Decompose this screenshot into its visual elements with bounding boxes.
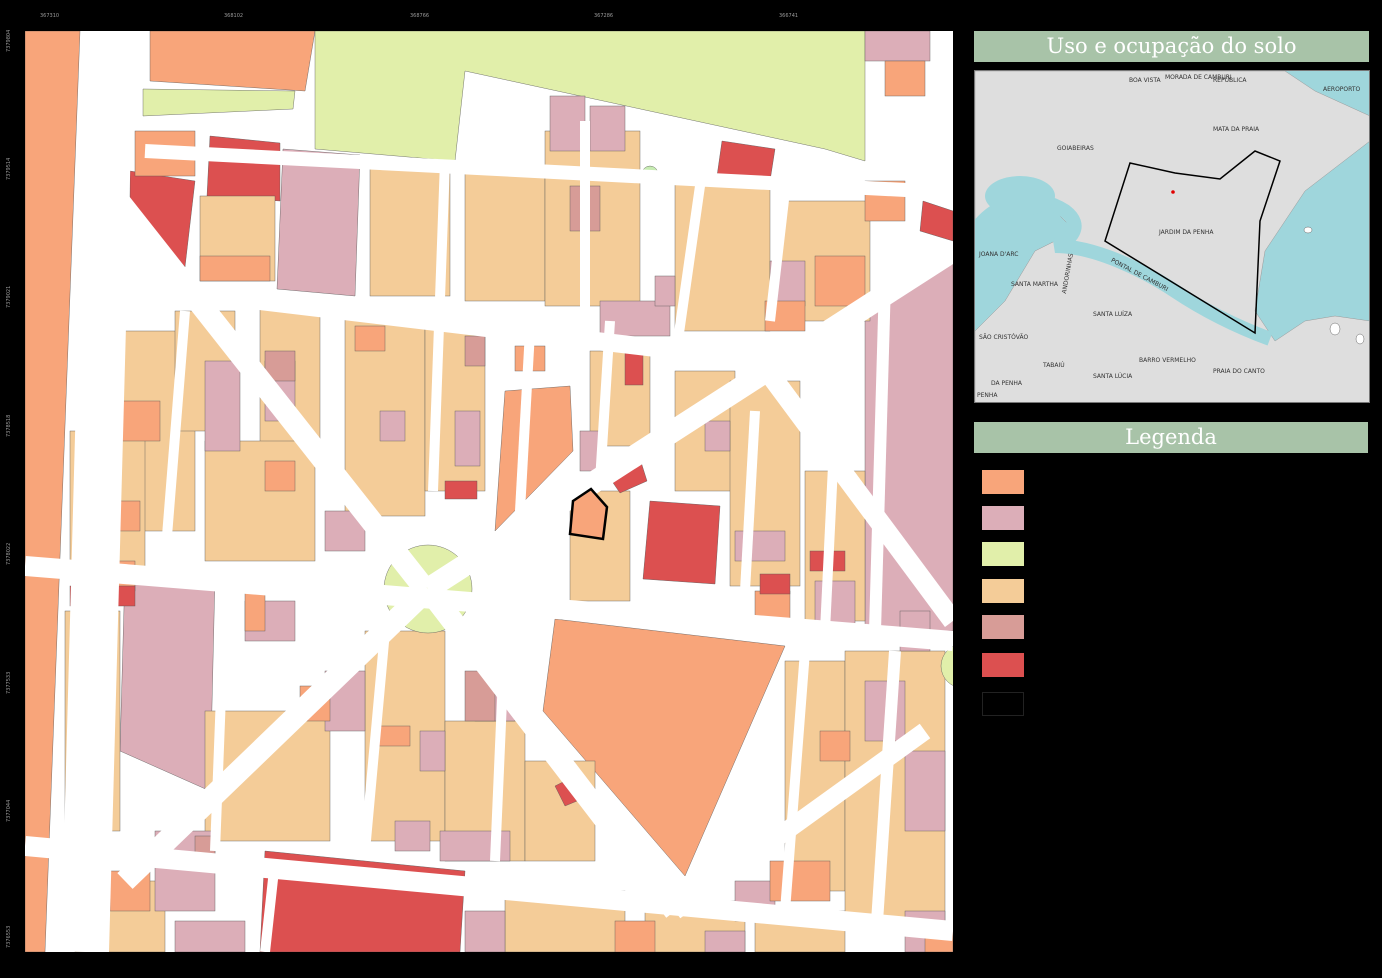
tick-label: 7376553 — [6, 925, 12, 948]
legend-swatch-study-lot — [982, 692, 1024, 716]
legend-swatch-residential — [982, 579, 1024, 603]
tick-label: 366741 — [779, 13, 799, 19]
map-title: Uso e ocupação do solo — [974, 31, 1369, 62]
locator-label: REPÚBLICA — [1213, 77, 1247, 84]
locator-label: BOA VISTA — [1129, 77, 1161, 84]
locator-label: TABAIÚ — [1043, 362, 1065, 369]
locator-label: JARDIM DA PENHA — [1159, 229, 1214, 236]
legend-swatch-mixed — [982, 506, 1024, 530]
locator-bay — [985, 176, 1055, 216]
legend-swatch-commercial — [982, 470, 1024, 494]
legend-swatch-green — [982, 542, 1024, 566]
tick-label: 368766 — [410, 13, 430, 19]
parcel-mixed-north-block[interactable] — [276, 148, 361, 297]
locator-island-3 — [1355, 333, 1365, 345]
tick-label: 7379021 — [6, 285, 12, 308]
locator-label: AEROPORTO — [1323, 86, 1361, 93]
locator-label: GOIABEIRAS — [1057, 145, 1094, 152]
legend-swatch-institutional — [982, 615, 1024, 639]
locator-island-2 — [1329, 322, 1341, 336]
locator-map-svg — [975, 71, 1369, 402]
tick-label: 7379514 — [6, 157, 12, 180]
locator-label: BARRO VERMELHO — [1139, 357, 1196, 364]
tick-label: 367286 — [594, 13, 614, 19]
locator-label: DA PENHA — [991, 380, 1023, 387]
parcel-commercial-nw[interactable] — [149, 31, 316, 92]
locator-label: PRAIA DO CANTO — [1213, 368, 1265, 375]
locator-label: JOANA D'ARC — [979, 251, 1019, 258]
locator-label: PENHA — [977, 392, 998, 399]
locator-label: SANTA LÚCIA — [1093, 373, 1133, 380]
tick-label: 368102 — [224, 13, 244, 19]
locator-land — [975, 71, 1369, 402]
main-map[interactable] — [25, 31, 953, 952]
tick-label: 7378518 — [6, 414, 12, 437]
legend-title: Legenda — [974, 422, 1368, 453]
locator-label: MATA DA PRAIA — [1213, 126, 1260, 133]
tick-label: 7377533 — [6, 671, 12, 694]
tick-label: 7378022 — [6, 542, 12, 565]
locator-label: SANTA LUÍZA — [1093, 311, 1133, 318]
tick-label: 7377044 — [6, 799, 12, 822]
parcel-vacant-center[interactable] — [642, 500, 721, 585]
locator-map[interactable]: BOA VISTA MORADA DE CAMBURI REPÚBLICA AE… — [974, 70, 1370, 403]
tick-label: 367310 — [40, 13, 60, 19]
locator-label: SANTA MARTHA — [1011, 281, 1059, 288]
locator-label: SÃO CRISTÓVÃO — [979, 334, 1029, 341]
tick-label: 7379804 — [6, 29, 12, 52]
legend-swatch-vacant — [982, 653, 1024, 677]
locator-point-marker — [1171, 190, 1175, 194]
locator-island-1 — [1303, 226, 1313, 234]
parcel-vacant-n1[interactable] — [206, 135, 281, 202]
land-use-map[interactable] — [25, 31, 953, 952]
